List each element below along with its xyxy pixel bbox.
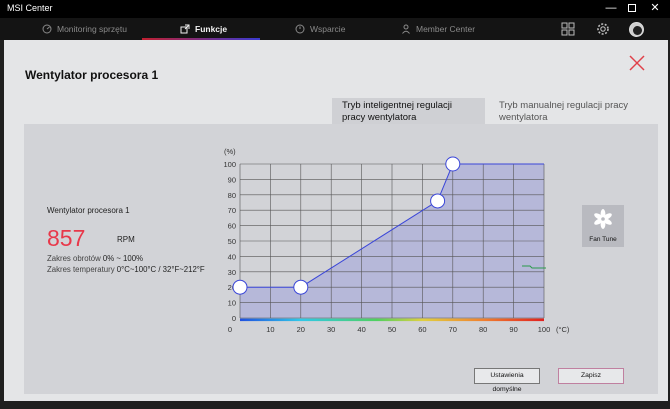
x-tick-label: 40	[357, 325, 365, 334]
tab-wsparcie-label: Wsparcie	[310, 24, 346, 34]
bottom-strip	[0, 401, 670, 409]
fan-tune-label: Fan Tune	[589, 236, 617, 243]
tab-monitoring-label: Monitoring sprzętu	[57, 24, 127, 34]
tab-funkcje[interactable]: Funkcje	[180, 18, 227, 40]
x-tick-label: 90	[509, 325, 517, 334]
title-bar: MSI Center — ✕	[0, 0, 670, 18]
tab-wsparcie[interactable]: Wsparcie	[295, 18, 345, 40]
speed-range: Zakres obrotów 0% ~ 100%	[47, 254, 143, 263]
y-tick-label: 10	[228, 299, 236, 308]
gauge-icon	[42, 24, 52, 34]
temp-range-label: Zakres temperatury	[47, 265, 115, 274]
temp-range-value: 0°C~100°C / 32°F~212°F	[116, 265, 205, 274]
tab-member-center-label: Member Center	[416, 24, 476, 34]
x-tick-label: 30	[327, 325, 335, 334]
y-tick-label: 30	[228, 268, 236, 277]
maximize-icon	[628, 4, 636, 13]
tab-manual-mode[interactable]: Tryb manualnej regulacji pracy wentylato…	[499, 100, 639, 124]
rpm-sparkline	[522, 265, 546, 269]
rpm-value: 857	[47, 225, 86, 251]
fan-panel: Wentylator procesora 1 857 RPM Zakres ob…	[24, 124, 658, 394]
curve-control-point[interactable]	[445, 156, 461, 172]
temp-range: Zakres temperatury 0°C~100°C / 32°F~212°…	[47, 265, 205, 274]
y-tick-label: 0	[232, 314, 236, 323]
fan-icon	[594, 209, 612, 229]
y-axis-label: (%)	[224, 147, 236, 156]
y-tick-label: 40	[228, 252, 236, 261]
x-tick-label: 10	[266, 325, 274, 334]
rpm-unit: RPM	[117, 235, 135, 244]
close-window-button[interactable]: ✕	[648, 2, 662, 15]
default-settings-button[interactable]: Ustawienia domyślne	[474, 368, 540, 393]
avatar[interactable]	[629, 22, 644, 37]
maximize-button[interactable]	[625, 2, 639, 15]
main-nav: Monitoring sprzętu Funkcje Wsparcie Memb…	[0, 18, 670, 40]
x-tick-label: 70	[449, 325, 457, 334]
tab-monitoring[interactable]: Monitoring sprzętu	[42, 18, 127, 40]
tab-smart-mode[interactable]: Tryb inteligentnej regulacji pracy wenty…	[332, 98, 485, 124]
temperature-gradient-bar	[240, 318, 544, 322]
fan-name: Wentylator procesora 1	[47, 206, 130, 215]
y-tick-label: 90	[228, 175, 236, 184]
close-icon[interactable]	[628, 54, 646, 72]
tab-member-center[interactable]: Member Center	[401, 18, 475, 40]
y-tick-label: 60	[228, 222, 236, 231]
y-tick-label: 70	[228, 206, 236, 215]
grid-icon[interactable]	[561, 22, 575, 36]
x-tick-label: 0	[228, 325, 232, 334]
x-tick-label: 50	[388, 325, 396, 334]
x-tick-label: 20	[297, 325, 305, 334]
y-tick-label: 80	[228, 191, 236, 200]
minimize-button[interactable]: —	[604, 2, 618, 15]
x-axis-label: (°C)	[556, 325, 570, 334]
fan-curve-chart[interactable]: 01020304050607080901000 10 20 30 40 50 60 70 80 9…	[224, 140, 584, 338]
fan-dialog: Wentylator procesora 1 Tryb inteligentne…	[4, 40, 668, 401]
tab-funkcje-label: Funkcje	[195, 24, 228, 34]
person-icon	[402, 24, 410, 34]
speed-range-value: 0% ~ 100%	[102, 254, 144, 263]
curve-control-point[interactable]	[293, 279, 309, 295]
export-icon	[180, 24, 190, 34]
app-title: MSI Center	[7, 3, 53, 13]
x-tick-label: 100	[538, 325, 551, 334]
gear-icon[interactable]	[596, 22, 610, 36]
y-tick-label: 100	[224, 160, 236, 169]
save-button[interactable]: Zapisz	[558, 368, 624, 384]
clock-icon	[295, 24, 305, 34]
curve-control-point[interactable]	[430, 193, 446, 209]
curve-control-point[interactable]	[232, 279, 248, 295]
dialog-title: Wentylator procesora 1	[25, 68, 159, 82]
y-tick-label: 50	[228, 237, 236, 246]
x-tick-label: 80	[479, 325, 487, 334]
fan-tune-button[interactable]: Fan Tune	[582, 205, 624, 247]
speed-range-label: Zakres obrotów	[47, 254, 101, 263]
x-tick-label: 60	[418, 325, 426, 334]
